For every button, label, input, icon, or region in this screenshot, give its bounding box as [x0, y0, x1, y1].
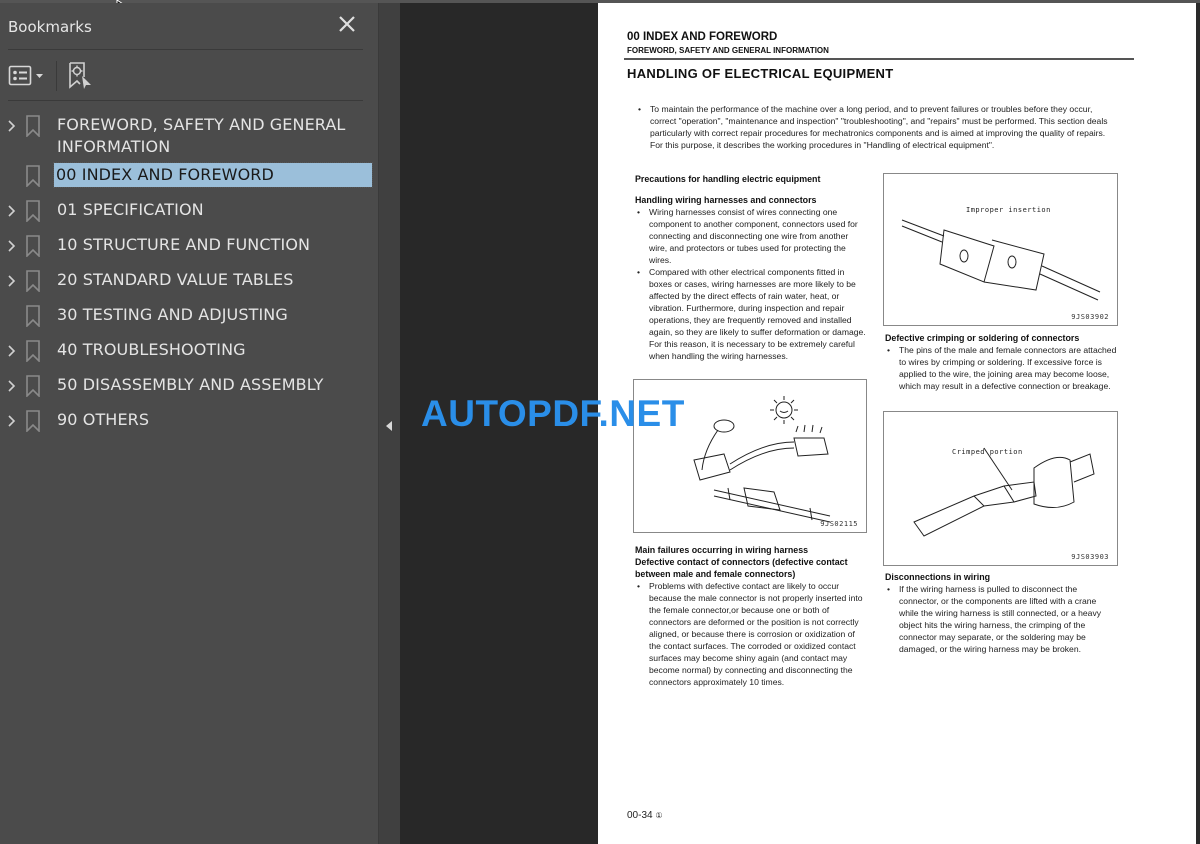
chevron-right-icon[interactable] — [2, 411, 22, 431]
bookmark-item-selected[interactable]: 00 INDEX AND FOREWORD — [0, 162, 378, 188]
bookmark-item[interactable]: 01 SPECIFICATION — [0, 198, 378, 222]
list-options-icon[interactable] — [8, 65, 46, 87]
figure-code: 9JS02115 — [820, 520, 858, 528]
bookmark-item[interactable]: 20 STANDARD VALUE TABLES — [0, 268, 378, 292]
left-column-bottom: Main failures occurring in wiring harnes… — [635, 544, 867, 688]
bullet-text: Problems with defective contact are like… — [635, 580, 867, 688]
bookmark-icon — [26, 115, 40, 137]
page-number: 00-34 ① — [627, 810, 663, 821]
bookmark-tree: FOREWORD, SAFETY AND GENERAL INFORMATION… — [0, 113, 378, 432]
chevron-right-icon[interactable] — [2, 201, 22, 221]
bookmark-icon — [26, 200, 40, 222]
right-column-bottom: Disconnections in wiring If the wiring h… — [885, 571, 1117, 655]
bookmark-label: 90 OTHERS — [57, 410, 150, 429]
heading-rule — [624, 58, 1134, 60]
bookmark-label: 00 INDEX AND FOREWORD — [53, 162, 373, 188]
pdf-page: 00 INDEX AND FOREWORD FOREWORD, SAFETY A… — [598, 3, 1196, 844]
bookmark-icon — [26, 340, 40, 362]
terminal-illustration — [913, 447, 1095, 537]
bookmark-icon — [26, 375, 40, 397]
bookmark-label: 20 STANDARD VALUE TABLES — [57, 270, 294, 289]
bullet-text: If the wiring harness is pulled to disco… — [885, 583, 1117, 655]
panel-divider — [8, 49, 363, 50]
subsection-heading: FOREWORD, SAFETY AND GENERAL INFORMATION — [627, 46, 829, 55]
bookmark-icon — [26, 270, 40, 292]
bookmark-item[interactable]: FOREWORD, SAFETY AND GENERAL INFORMATION — [0, 113, 378, 159]
chevron-right-icon[interactable] — [2, 271, 22, 291]
panel-title: Bookmarks — [8, 18, 92, 36]
figure-crimped-portion: Crimped portion 9JS03903 — [883, 411, 1118, 566]
connector-illustration — [901, 219, 1101, 301]
main-failures-heading: Main failures occurring in wiring harnes… — [635, 545, 809, 555]
intro-paragraph: To maintain the performance of the machi… — [636, 103, 1114, 151]
handling-heading: Handling wiring harnesses and connectors — [635, 195, 817, 205]
bookmark-icon — [26, 410, 40, 432]
chevron-right-icon[interactable] — [2, 341, 22, 361]
figure-code: 9JS03903 — [1071, 553, 1109, 561]
bookmark-icon — [26, 305, 40, 327]
revision-mark: ① — [655, 811, 663, 820]
intro-bullet: To maintain the performance of the machi… — [636, 103, 1114, 151]
watermark-text: AUTOPDF.NET — [421, 393, 685, 434]
left-column-top: Precautions for handling electric equipm… — [635, 173, 867, 362]
bookmark-item[interactable]: 30 TESTING AND ADJUSTING — [0, 303, 378, 327]
disconnections-heading: Disconnections in wiring — [885, 572, 991, 582]
figure-caption: Crimped portion — [952, 448, 1023, 456]
bookmark-item[interactable]: 40 TROUBLESHOOTING — [0, 338, 378, 362]
bookmark-item[interactable]: 50 DISASSEMBLY AND ASSEMBLY — [0, 373, 378, 397]
bullet-text: The pins of the male and female connecto… — [885, 344, 1117, 392]
right-canvas-edge — [1196, 3, 1200, 844]
collapse-panel-arrow-icon[interactable] — [384, 419, 394, 433]
bullet-text: Compared with other electrical component… — [635, 266, 867, 362]
bookmark-label: 30 TESTING AND ADJUSTING — [57, 305, 288, 324]
chevron-right-icon[interactable] — [2, 116, 22, 136]
page-number-text: 00-34 — [627, 810, 653, 821]
toolbar-separator — [56, 61, 57, 91]
bookmark-label: 10 STRUCTURE AND FUNCTION — [57, 235, 311, 254]
crimping-heading: Defective crimping or soldering of conne… — [885, 333, 1080, 343]
bookmark-label: 50 DISASSEMBLY AND ASSEMBLY — [57, 375, 324, 394]
figure-improper-insertion: Improper insertion 9JS03902 — [883, 173, 1118, 326]
bookmark-label: 40 TROUBLESHOOTING — [57, 340, 246, 359]
chevron-right-icon[interactable] — [2, 376, 22, 396]
right-column-mid: Defective crimping or soldering of conne… — [885, 332, 1117, 392]
bookmark-item[interactable]: 10 STRUCTURE AND FUNCTION — [0, 233, 378, 257]
chevron-right-icon[interactable] — [2, 236, 22, 256]
bookmark-label: FOREWORD, SAFETY AND GENERAL INFORMATION — [57, 115, 346, 156]
bullet-text: Wiring harnesses consist of wires connec… — [635, 206, 867, 266]
close-icon[interactable] — [336, 13, 358, 35]
bookmark-label: 01 SPECIFICATION — [57, 200, 204, 219]
precautions-heading: Precautions for handling electric equipm… — [635, 174, 821, 184]
bookmark-icon — [26, 165, 40, 187]
page-title: HANDLING OF ELECTRICAL EQUIPMENT — [627, 66, 894, 81]
bookmark-item[interactable]: 90 OTHERS — [0, 408, 378, 432]
bookmark-icon — [26, 235, 40, 257]
bookmarks-panel: Bookmarks FOREWORD, SAFETY AND GENERAL I… — [0, 3, 378, 844]
find-current-bookmark-icon[interactable] — [67, 61, 93, 91]
figure-code: 9JS03902 — [1071, 313, 1109, 321]
defective-contact-heading: Defective contact of connectors (defecti… — [635, 557, 848, 579]
section-heading: 00 INDEX AND FOREWORD — [627, 31, 778, 43]
figure-caption: Improper insertion — [966, 206, 1051, 214]
panel-divider — [8, 100, 363, 101]
